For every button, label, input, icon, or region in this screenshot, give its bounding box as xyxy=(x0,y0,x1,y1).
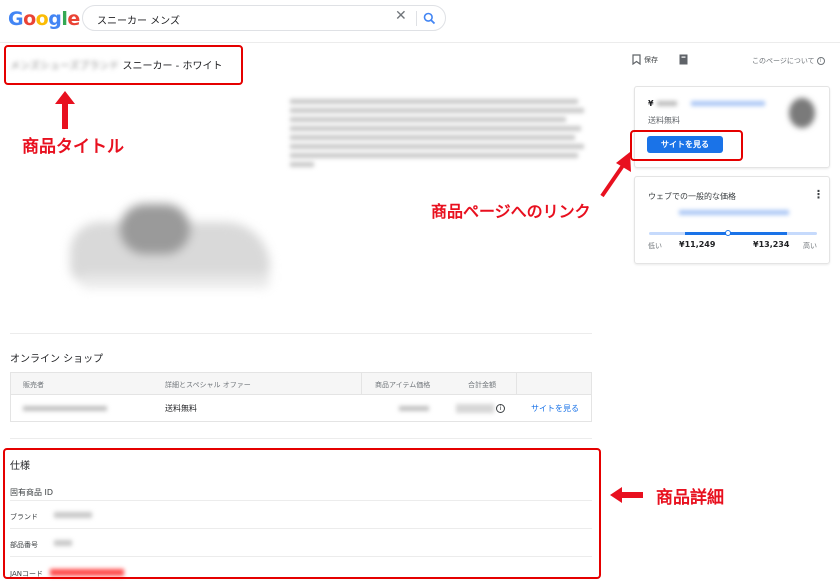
about-page-link[interactable]: このページについて i xyxy=(752,56,825,66)
price-low-value: ¥11,249 xyxy=(679,240,716,249)
col-total: 合計金額 xyxy=(468,381,496,389)
bookmark-icon xyxy=(632,54,641,65)
price-range-title: ウェブでの一般的な価格 xyxy=(648,192,736,201)
row-total xyxy=(456,404,494,413)
info-icon: i xyxy=(816,57,825,65)
col-seller: 販売者 xyxy=(23,381,44,389)
offer-thumbnail[interactable] xyxy=(789,98,815,128)
shops-divider xyxy=(10,333,592,334)
search-box[interactable]: スニーカー メンズ ✕ xyxy=(82,5,446,31)
product-image[interactable] xyxy=(60,192,280,302)
offer-price-blur xyxy=(657,101,677,106)
price-range-fill xyxy=(685,232,787,235)
close-icon[interactable]: ✕ xyxy=(395,8,407,24)
product-description xyxy=(290,95,590,171)
price-low-label: 低い xyxy=(648,242,662,250)
shops-table-header: 販売者 詳細とスペシャル オファー 商品アイテム価格 合計金額 xyxy=(11,373,591,395)
annotation-product-link: 商品ページへのリンク xyxy=(431,202,591,221)
annotation-product-details: 商品詳細 xyxy=(656,488,724,508)
price-range-card: ウェブでの一般的な価格 ⋮ 低い ¥11,249 ¥13,234 高い xyxy=(634,176,830,264)
table-row: 送料無料 i サイトを見る xyxy=(11,395,591,421)
collections-icon[interactable] xyxy=(679,54,688,65)
row-item-price xyxy=(399,406,429,411)
arrow-diagonal-annotation xyxy=(600,152,631,198)
annotation-product-title: 商品タイトル xyxy=(22,137,124,157)
price-high-value: ¥13,234 xyxy=(753,240,790,249)
search-divider xyxy=(416,11,417,26)
specs-top-divider xyxy=(10,438,592,439)
shops-title: オンライン ショップ xyxy=(10,354,104,365)
save-action[interactable]: 保存 xyxy=(632,54,658,65)
row-seller[interactable] xyxy=(23,406,107,411)
info-circle-icon[interactable]: i xyxy=(496,404,505,413)
more-options-icon[interactable]: ⋮ xyxy=(813,188,824,201)
specs-highlight-box xyxy=(3,448,601,579)
google-logo[interactable]: Google xyxy=(8,8,80,30)
search-input[interactable]: スニーカー メンズ xyxy=(97,12,180,27)
col-item-price: 商品アイテム価格 xyxy=(375,381,431,389)
link-highlight-box xyxy=(630,130,743,161)
title-highlight-box xyxy=(4,45,243,85)
shops-table: 販売者 詳細とスペシャル オファー 商品アイテム価格 合計金額 送料無料 i サ… xyxy=(10,372,592,422)
col-sep-1 xyxy=(361,373,362,394)
price-range-marker xyxy=(725,230,731,236)
col-offer: 詳細とスペシャル オファー xyxy=(165,381,251,389)
header-divider xyxy=(0,42,840,43)
offer-seller[interactable] xyxy=(691,101,765,106)
row-offer: 送料無料 xyxy=(165,404,197,413)
col-sep-2 xyxy=(516,373,517,394)
price-high-label: 高い xyxy=(803,242,817,250)
about-label: このページについて xyxy=(752,57,815,65)
offer-price: ¥ xyxy=(648,99,654,108)
arrow-left-annotation xyxy=(610,487,643,503)
search-icon[interactable] xyxy=(423,12,436,25)
price-range-source xyxy=(679,210,789,215)
price-range-track xyxy=(649,230,817,236)
offer-shipping: 送料無料 xyxy=(648,116,680,125)
arrow-up-annotation xyxy=(55,91,75,129)
row-visit-link[interactable]: サイトを見る xyxy=(531,403,579,414)
save-label: 保存 xyxy=(644,55,658,64)
